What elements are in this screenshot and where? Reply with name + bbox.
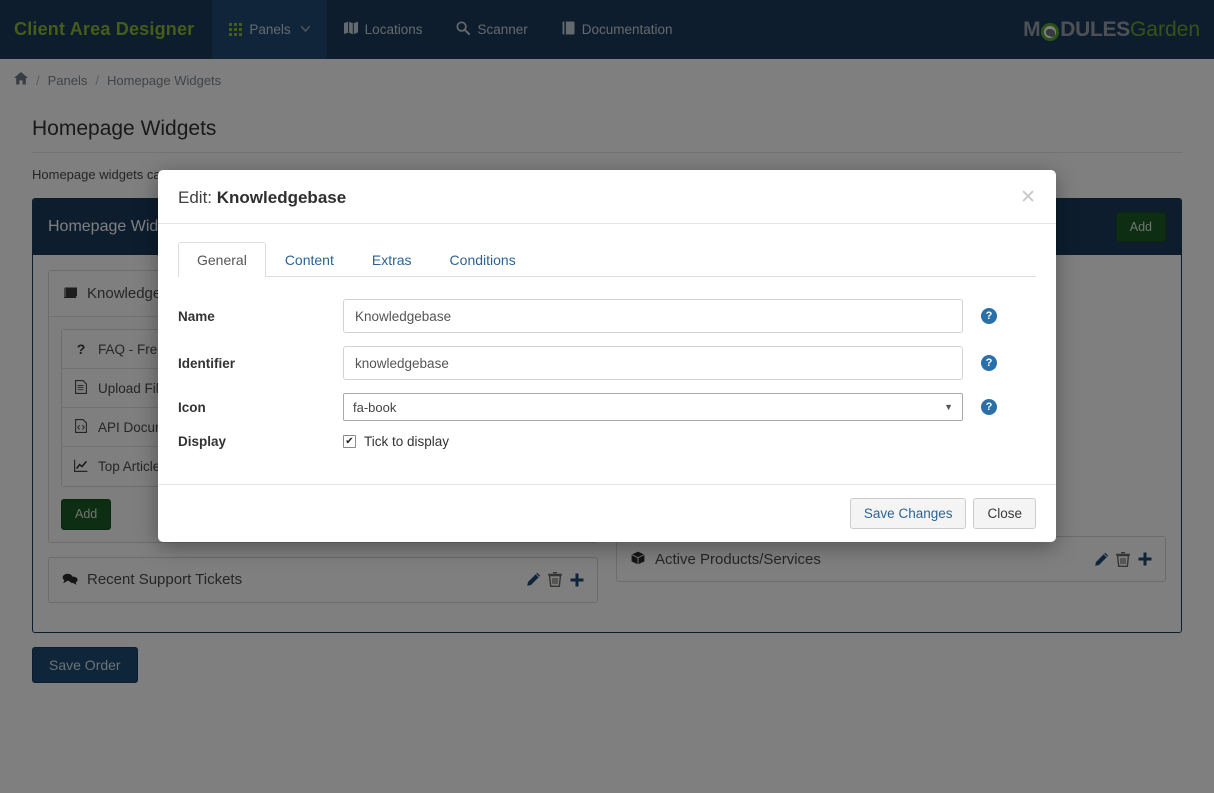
modal-header: Edit: Knowledgebase ✕: [158, 170, 1056, 224]
breadcrumb-sep-2: /: [95, 73, 99, 88]
help-icon[interactable]: ?: [981, 399, 997, 415]
pencil-icon[interactable]: [526, 572, 541, 587]
help-icon[interactable]: ?: [981, 308, 997, 324]
modal-footer: Save Changes Close: [158, 484, 1056, 542]
modal-title-value: Knowledgebase: [217, 188, 346, 207]
breadcrumb-sep-1: /: [36, 73, 40, 88]
display-checkbox[interactable]: ✔: [343, 435, 356, 448]
line-chart-icon: [72, 459, 90, 475]
home-icon[interactable]: [14, 72, 28, 88]
row-actions: [526, 572, 585, 588]
nav-item-panels-label: Panels: [249, 22, 290, 37]
page-title: Homepage Widgets: [32, 101, 1182, 153]
widget-label: API Docum: [98, 420, 166, 435]
save-order-wrapper: Save Order: [32, 647, 1182, 701]
modal-title-prefix: Edit:: [178, 188, 212, 207]
file-code-icon: [72, 419, 90, 436]
save-order-button[interactable]: Save Order: [32, 647, 138, 683]
pencil-icon[interactable]: [1094, 552, 1109, 567]
logo-text-garden: Garden: [1130, 18, 1200, 42]
app-brand: Client Area Designer: [0, 0, 212, 59]
widget-label: Top Article: [98, 459, 160, 474]
tab-conditions[interactable]: Conditions: [431, 242, 535, 277]
identifier-control: [343, 346, 963, 380]
field-row-name: Name ?: [178, 299, 1036, 333]
field-row-icon: Icon fa-book ▼ ?: [178, 393, 1036, 421]
display-control: ✔ Tick to display: [343, 434, 963, 449]
grid-icon: [229, 23, 242, 36]
panel-add-button[interactable]: Add: [1116, 212, 1166, 242]
name-label: Name: [178, 309, 343, 324]
nav-item-scanner[interactable]: Scanner: [439, 0, 544, 59]
close-button[interactable]: Close: [973, 498, 1036, 529]
display-checkbox-line: ✔ Tick to display: [343, 434, 963, 449]
icon-select[interactable]: fa-book ▼: [343, 393, 963, 421]
display-checkbox-label: Tick to display: [364, 434, 449, 449]
navbar-items: Panels Locations Scanner: [212, 0, 689, 59]
question-icon: ?: [72, 341, 90, 357]
tab-content[interactable]: Content: [266, 242, 353, 277]
chevron-down-icon: [301, 24, 310, 35]
close-icon[interactable]: ✕: [1020, 188, 1036, 207]
trash-icon[interactable]: [1116, 552, 1130, 567]
widget-row-active-products-services[interactable]: Active Products/Services: [616, 536, 1166, 582]
display-label: Display: [178, 434, 343, 449]
group-add-button[interactable]: Add: [61, 499, 111, 529]
nav-item-panels[interactable]: Panels: [212, 0, 326, 59]
cube-icon: [629, 551, 647, 568]
modal-tabs: General Content Extras Conditions: [178, 242, 1036, 277]
tab-general[interactable]: General: [178, 242, 266, 277]
book-icon: [562, 21, 575, 38]
plus-icon[interactable]: [1137, 551, 1153, 567]
nav-item-locations[interactable]: Locations: [327, 0, 440, 59]
identifier-label: Identifier: [178, 356, 343, 371]
edit-widget-modal: Edit: Knowledgebase ✕ General Content Ex…: [158, 170, 1056, 542]
comments-icon: [61, 572, 79, 588]
nav-item-documentation-label: Documentation: [582, 22, 673, 37]
nav-item-documentation[interactable]: Documentation: [545, 0, 690, 59]
logo-text-m: M: [1023, 18, 1040, 42]
nav-item-locations-label: Locations: [365, 22, 423, 37]
general-tab-form: Name ? Identifier ? Icon fa-book ▼: [178, 277, 1036, 472]
logo-text-dules: DULES: [1060, 18, 1130, 42]
search-icon: [456, 21, 470, 38]
save-changes-button[interactable]: Save Changes: [850, 498, 967, 529]
modulesgarden-logo: M DULES Garden: [1023, 0, 1214, 59]
name-input[interactable]: [343, 299, 963, 333]
file-text-icon: [72, 380, 90, 397]
identifier-input[interactable]: [343, 346, 963, 380]
breadcrumb: / Panels / Homepage Widgets: [0, 59, 1214, 101]
breadcrumb-item-homepage-widgets[interactable]: Homepage Widgets: [107, 73, 221, 88]
plus-icon[interactable]: [569, 572, 585, 588]
widget-label: Active Products/Services: [655, 551, 821, 568]
field-row-identifier: Identifier ?: [178, 346, 1036, 380]
globe-icon: [1041, 23, 1059, 41]
row-actions: [1094, 551, 1153, 567]
icon-control: fa-book ▼: [343, 393, 963, 421]
widget-label: Upload File: [98, 381, 166, 396]
book-icon: [61, 286, 79, 302]
widget-label: Recent Support Tickets: [87, 571, 242, 588]
breadcrumb-item-panels[interactable]: Panels: [48, 73, 88, 88]
trash-icon[interactable]: [548, 572, 562, 587]
icon-select-value: fa-book: [353, 400, 396, 415]
widget-label: Knowledge: [87, 285, 161, 302]
help-icon[interactable]: ?: [981, 355, 997, 371]
panel-header-title: Homepage Wid: [48, 218, 158, 236]
widget-row-recent-support-tickets[interactable]: Recent Support Tickets: [48, 557, 598, 603]
name-control: [343, 299, 963, 333]
field-row-display: Display ✔ Tick to display: [178, 434, 1036, 449]
top-navbar: Client Area Designer Panels Locations: [0, 0, 1214, 59]
icon-label: Icon: [178, 400, 343, 415]
tab-extras[interactable]: Extras: [353, 242, 431, 277]
modal-body: General Content Extras Conditions Name ?…: [158, 224, 1056, 484]
chevron-down-icon: ▼: [944, 402, 953, 412]
modal-title: Edit: Knowledgebase: [178, 188, 346, 208]
nav-item-scanner-label: Scanner: [477, 22, 527, 37]
map-icon: [344, 21, 358, 38]
